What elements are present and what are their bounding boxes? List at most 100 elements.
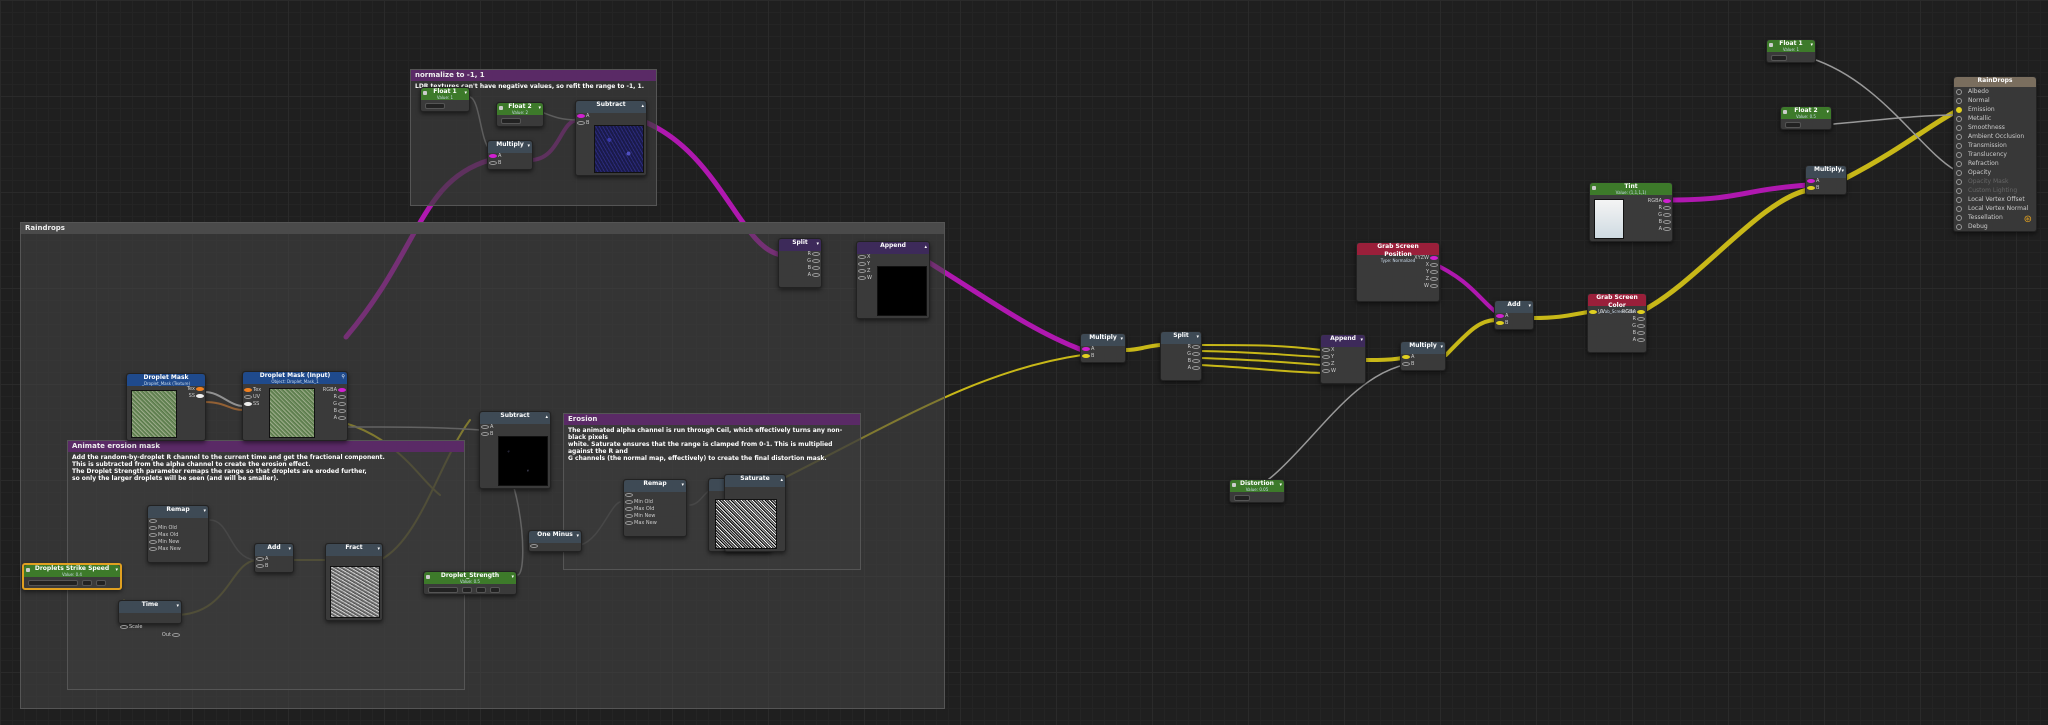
value-field[interactable] (490, 587, 500, 593)
port-pin[interactable] (1956, 188, 1962, 194)
input-port[interactable]: Max New (624, 520, 686, 527)
input-port[interactable]: A (1495, 313, 1533, 320)
port-pin[interactable] (1956, 161, 1962, 167)
material-input-port[interactable]: Local Vertex Normal (1954, 204, 2036, 213)
saturate-node[interactable]: Saturate ▴ (715, 474, 786, 552)
input-port[interactable]: B (1495, 320, 1533, 327)
droplet-strength-node[interactable]: Droplet_Strength Value: 0.5 ▾ (423, 571, 517, 595)
output-port[interactable]: G (779, 258, 821, 265)
multiply-node-1[interactable]: Multiply ▾ A B (487, 140, 533, 170)
input-port[interactable]: A (1806, 178, 1846, 185)
value-field[interactable] (462, 587, 472, 593)
material-input-port[interactable]: Emission (1954, 105, 2036, 114)
tint-node[interactable]: Tint Value: (1,1,1,1) RGBA R G B A (1589, 182, 1673, 242)
input-port[interactable]: A (1401, 354, 1445, 361)
chevron-down-icon[interactable]: ▾ (538, 104, 541, 112)
port-pin[interactable] (1956, 125, 1962, 131)
input-port[interactable]: Min Old (148, 525, 208, 532)
droplets-strike-speed-node[interactable]: Droplets Strike Speed Value: 0.4 ▾ (22, 563, 122, 590)
chevron-down-icon[interactable]: ▾ (1120, 335, 1123, 343)
droplet-mask-input-node[interactable]: Droplet Mask (Input) Object: Droplet_Mask… (242, 371, 348, 441)
output-port[interactable]: G (1161, 351, 1201, 358)
output-port[interactable]: A (1161, 365, 1201, 372)
multiply-node-2[interactable]: Multiply ▾ A B (1080, 333, 1126, 363)
port-pin[interactable] (1956, 107, 1962, 113)
subtract-node-2[interactable]: Subtract ▴ A B (479, 411, 551, 489)
output-port[interactable]: A (1612, 337, 1646, 344)
input-port[interactable]: W (1321, 368, 1365, 375)
chevron-down-icon[interactable]: ▾ (1841, 167, 1844, 175)
port-pin[interactable] (1956, 215, 1962, 221)
float-node-2[interactable]: Float 2 Value: 0.5 ▾ (1780, 106, 1832, 130)
output-port[interactable]: Z (1357, 276, 1439, 283)
input-port[interactable]: A (255, 556, 293, 563)
value-field[interactable] (425, 103, 445, 109)
input-port[interactable]: A (480, 424, 550, 431)
chevron-down-icon[interactable]: ▾ (288, 545, 291, 553)
value-field[interactable] (428, 587, 458, 593)
subtract-node-1[interactable]: Subtract ▴ A B (575, 100, 647, 176)
input-port[interactable]: A (1081, 346, 1125, 353)
float-node-1[interactable]: Float 1 Value: 1 ▾ (1766, 39, 1816, 63)
split-node-1[interactable]: Split ▾ R G B A (778, 238, 822, 288)
input-port[interactable]: X (1321, 347, 1365, 354)
output-port[interactable]: R (1612, 316, 1646, 323)
grab-screen-color-node[interactable]: Grab Screen Color _Grab_ScreenColor UV RG… (1587, 293, 1647, 353)
input-port[interactable]: B (1401, 361, 1445, 368)
material-input-port[interactable]: Transmission (1954, 141, 2036, 150)
material-output-node[interactable]: RainDrops Albedo Normal Emission Metallic Sm… (1953, 76, 2037, 232)
output-port[interactable]: B (313, 408, 347, 415)
input-port[interactable]: B (1081, 353, 1125, 360)
output-port[interactable]: Y (1357, 269, 1439, 276)
input-port[interactable]: A (576, 113, 646, 120)
droplet-mask-node[interactable]: Droplet Mask _Droplet_Mask (Texture) Tex … (126, 373, 206, 441)
output-port[interactable]: Out (153, 632, 181, 639)
append-node-2[interactable]: Append ▾ X Y Z W (1320, 334, 1366, 384)
port-pin[interactable] (1956, 224, 1962, 230)
material-input-port[interactable]: Smoothness (1954, 123, 2036, 132)
add-node-1[interactable]: Add ▾ A B (254, 543, 294, 573)
material-input-port[interactable]: Normal (1954, 96, 2036, 105)
chevron-down-icon[interactable]: ▾ (681, 481, 684, 489)
chevron-down-icon[interactable]: ▾ (1196, 333, 1199, 341)
input-port[interactable]: Max Old (624, 506, 686, 513)
grab-screen-position-node[interactable]: Grab Screen Position Type: Normalized XYZ… (1356, 242, 1440, 302)
material-input-port[interactable]: Opacity (1954, 168, 2036, 177)
input-port[interactable]: B (255, 563, 293, 570)
remap-node-1[interactable]: Remap ▾ Min Old Max Old Min New Max New (147, 505, 209, 563)
port-pin[interactable] (1956, 116, 1962, 122)
output-port[interactable]: R (1638, 205, 1672, 212)
chevron-down-icon[interactable]: ▾ (576, 532, 579, 540)
chevron-up-icon[interactable]: ▴ (641, 102, 644, 110)
input-port[interactable]: Max New (148, 546, 208, 553)
chevron-down-icon[interactable]: ▾ (1826, 108, 1829, 116)
output-port[interactable]: B (1638, 219, 1672, 226)
input-port[interactable]: A (488, 153, 532, 160)
value-field[interactable] (28, 580, 78, 586)
value-field[interactable] (82, 580, 92, 586)
chevron-down-icon[interactable]: ▾ (816, 240, 819, 248)
input-port[interactable]: Min Old (624, 499, 686, 506)
value-field[interactable] (1234, 495, 1250, 501)
float-node-b[interactable]: Float 2 Value: 2 ▾ (496, 102, 544, 127)
output-port[interactable]: RGBA (1638, 198, 1672, 205)
port-pin[interactable] (1956, 152, 1962, 158)
output-port[interactable]: B (1161, 358, 1201, 365)
output-port[interactable]: R (313, 394, 347, 401)
output-port[interactable]: X (1357, 262, 1439, 269)
material-input-port[interactable]: Albedo (1954, 87, 2036, 96)
output-port[interactable]: RGBA (313, 387, 347, 394)
output-port[interactable]: G (1612, 323, 1646, 330)
port-pin[interactable] (1956, 89, 1962, 95)
output-port[interactable]: R (779, 251, 821, 258)
material-input-port[interactable]: Ambient Occlusion (1954, 132, 2036, 141)
chevron-up-icon[interactable]: ▴ (924, 243, 927, 251)
material-input-port[interactable]: Translucency (1954, 150, 2036, 159)
chevron-up-icon[interactable]: ▴ (780, 476, 783, 484)
value-field[interactable] (1785, 122, 1801, 128)
input-port[interactable]: B (488, 160, 532, 167)
chevron-down-icon[interactable]: ▾ (377, 545, 380, 553)
output-port[interactable]: A (313, 415, 347, 422)
port-pin[interactable] (1956, 179, 1962, 185)
input-port[interactable]: Min New (148, 539, 208, 546)
